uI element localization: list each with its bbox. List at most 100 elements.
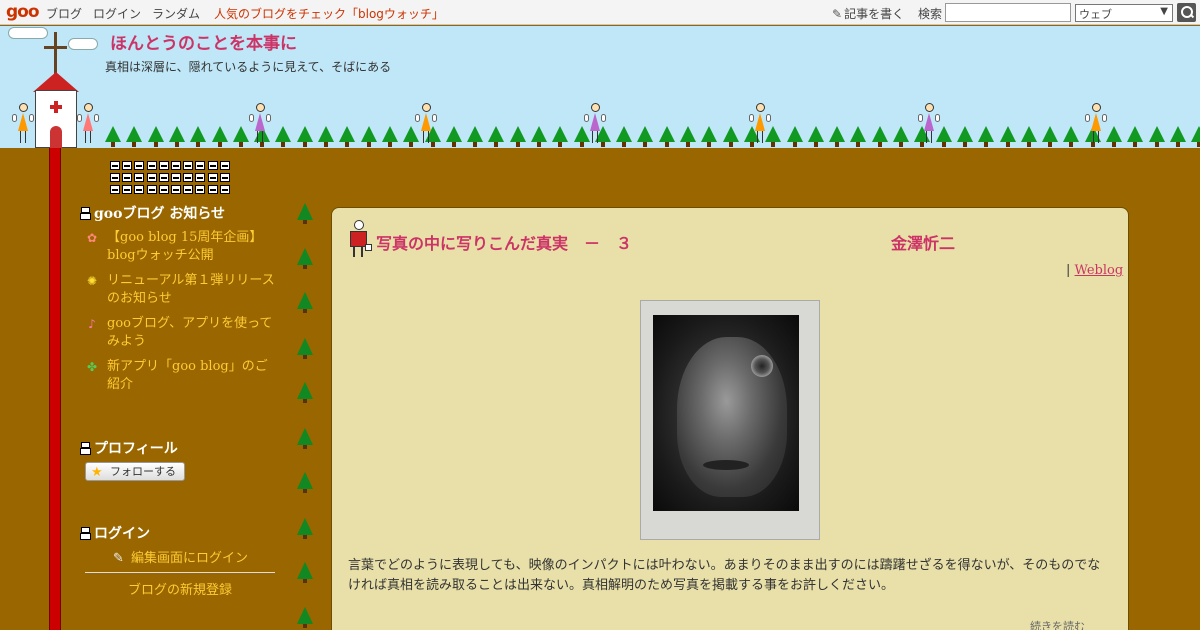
pen-icon: ✎ xyxy=(832,7,843,21)
write-article-link[interactable]: ✎ 記事を書く xyxy=(832,5,904,22)
pen-icon: ✎ xyxy=(113,551,124,566)
church-door xyxy=(50,126,62,148)
angel-icon xyxy=(249,103,271,147)
news-item[interactable]: ✿ 【goo blog 15周年企画】blogウォッチ公開 xyxy=(85,229,280,265)
tree-icon xyxy=(297,562,313,583)
news-item[interactable]: ✤ 新アプリ「goo blog」のご紹介 xyxy=(85,358,280,394)
tree-icon xyxy=(1191,126,1200,147)
tree-icon xyxy=(616,126,632,147)
tree-icon xyxy=(297,472,313,493)
tree-icon xyxy=(1127,126,1143,147)
tree-icon xyxy=(446,126,462,147)
goo-toolbar: goo ブログ ログイン ランダム 人気のブログをチェック「blogウォッチ」 … xyxy=(0,0,1200,25)
angel-icon xyxy=(77,103,99,147)
register-blog-link[interactable]: ブログの新規登録 xyxy=(128,579,232,598)
news-heading: gooブログ お知らせ xyxy=(80,203,225,223)
divider xyxy=(85,572,275,573)
nav-blog-link[interactable]: ブログ xyxy=(46,5,82,22)
pew-icon xyxy=(219,185,230,194)
pew-icon xyxy=(171,173,181,182)
chevron-down-icon: ▼ xyxy=(1160,6,1168,17)
profile-heading-label: プロフィール xyxy=(94,441,178,457)
tree-icon xyxy=(1000,126,1016,147)
tree-icon xyxy=(233,126,249,147)
search-input[interactable] xyxy=(945,3,1071,22)
news-item-label: 【goo blog 15周年企画】blogウォッチ公開 xyxy=(107,230,263,263)
pew-icon xyxy=(122,185,133,194)
follow-button-label: フォローする xyxy=(110,465,176,478)
pew-icon xyxy=(122,161,133,170)
nav-random-link[interactable]: ランダム xyxy=(152,5,200,22)
pew-icon xyxy=(134,161,145,170)
write-article-label: 記事を書く xyxy=(844,7,905,21)
pew-icon xyxy=(80,527,91,540)
tree-icon xyxy=(936,126,952,147)
tree-icon xyxy=(297,428,313,449)
church-cross-icon xyxy=(54,32,57,76)
pew-icon xyxy=(207,185,218,194)
cloud-icon xyxy=(8,27,48,39)
edit-login-link[interactable]: ✎ 編集画面にログイン xyxy=(113,547,248,566)
tree-icon xyxy=(488,126,504,147)
article-body: 言葉でどのように表現しても、映像のインパクトには叶わない。あまりそのまま出すのに… xyxy=(348,558,1101,593)
pew-icon xyxy=(110,173,120,182)
article-title[interactable]: 写真の中に写りこんだ真実 － ３ xyxy=(376,230,632,254)
pew-icon xyxy=(134,185,145,194)
tree-icon xyxy=(148,126,164,147)
goo-logo[interactable]: goo xyxy=(6,2,40,22)
search-button[interactable] xyxy=(1177,3,1196,22)
pew-icon xyxy=(195,161,206,170)
tree-icon xyxy=(403,126,419,147)
tree-icon xyxy=(893,126,909,147)
pew-icon xyxy=(183,161,194,170)
blog-title[interactable]: ほんとうのことを本事に xyxy=(110,29,297,54)
read-more-link[interactable]: 続きを読む xyxy=(1030,618,1110,630)
tree-icon xyxy=(297,518,313,539)
tree-icon xyxy=(1149,126,1165,147)
category-separator: | xyxy=(1066,263,1071,278)
pew-icon xyxy=(134,173,145,182)
login-heading-label: ログイン xyxy=(94,526,150,542)
news-item[interactable]: ♪ gooブログ、アプリを使ってみよう xyxy=(85,315,280,351)
pew-icon xyxy=(146,185,157,194)
pew-icon xyxy=(80,442,91,455)
tree-icon xyxy=(957,126,973,147)
tree-icon xyxy=(467,126,483,147)
tree-icon xyxy=(1106,126,1122,147)
tree-icon xyxy=(1042,126,1058,147)
tree-icon xyxy=(680,126,696,147)
angel-icon xyxy=(415,103,437,147)
tree-icon xyxy=(361,126,377,147)
star-icon: ★ xyxy=(91,465,103,480)
tree-icon xyxy=(829,126,845,147)
article-author: 金澤忻二 xyxy=(891,234,956,253)
blog-watch-link[interactable]: 人気のブログをチェック「blogウォッチ」 xyxy=(214,5,444,22)
tree-icon xyxy=(850,126,866,147)
clover-icon: ✤ xyxy=(86,360,98,374)
tree-icon xyxy=(382,126,398,147)
flower-icon: ✿ xyxy=(86,231,98,245)
tree-icon xyxy=(297,607,313,628)
bulb-icon: ✺ xyxy=(86,274,98,288)
tree-icon xyxy=(872,126,888,147)
tree-icon xyxy=(126,126,142,147)
angel-icon xyxy=(584,103,606,147)
news-item-label: 新アプリ「goo blog」のご紹介 xyxy=(107,359,268,392)
news-item-label: リニューアル第１弾リリースのお知らせ xyxy=(107,273,275,306)
tree-icon xyxy=(552,126,568,147)
tree-icon xyxy=(318,126,334,147)
news-item[interactable]: ✺ リニューアル第１弾リリースのお知らせ xyxy=(85,272,280,308)
tree-icon xyxy=(297,338,313,359)
category-link[interactable]: Weblog xyxy=(1075,263,1124,278)
pew-icon xyxy=(183,173,194,182)
search-scope-select[interactable]: ウェブ ▼ xyxy=(1075,4,1173,22)
tree-icon xyxy=(510,126,526,147)
tree-icon xyxy=(1021,126,1037,147)
search-label: 検索 xyxy=(918,7,943,21)
nav-login-link[interactable]: ログイン xyxy=(93,5,141,22)
pew-icon xyxy=(122,173,133,182)
article-photo[interactable] xyxy=(640,300,820,540)
pew-icon xyxy=(80,207,91,220)
profile-heading: プロフィール xyxy=(80,438,178,458)
follow-button[interactable]: ★ フォローする xyxy=(85,462,185,481)
